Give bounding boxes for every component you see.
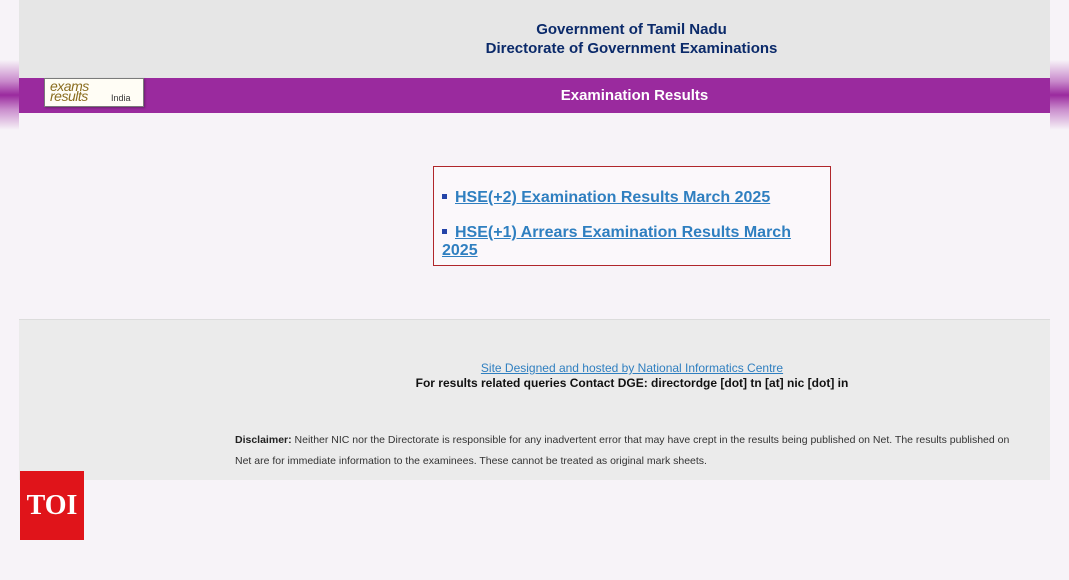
disclaimer-label: Disclaimer: [235,434,292,446]
bar-title: Examination Results [560,87,709,104]
main-content: HSE(+2) Examination Results March 2025 H… [19,113,1050,319]
result-link-hse-plus2[interactable]: HSE(+2) Examination Results March 2025 [442,189,770,207]
nic-site-link[interactable]: Site Designed and hosted by National Inf… [19,361,1050,375]
result-link-hse-plus1-arrears[interactable]: HSE(+1) Arrears Examination Results Marc… [442,224,830,260]
left-edge-decoration [0,60,20,130]
results-links-box: HSE(+2) Examination Results March 2025 H… [433,166,831,266]
results-page: Government of Tamil Nadu Directorate of … [19,0,1050,480]
header-title-government: Government of Tamil Nadu [536,21,727,38]
page-header: Government of Tamil Nadu Directorate of … [19,0,1050,78]
result-link-label: HSE(+1) Arrears Examination Results Marc… [442,224,791,259]
toi-watermark: TOI [20,471,84,540]
header-title-directorate: Directorate of Government Examinations [485,40,778,57]
page-footer: Site Designed and hosted by National Inf… [19,319,1050,480]
bullet-icon [442,194,447,200]
title-bar: exams results India Examination Results [19,78,1050,113]
result-link-label: HSE(+2) Examination Results March 2025 [455,189,771,206]
disclaimer: Disclaimer: Neither NIC nor the Director… [235,430,1025,472]
bullet-icon [442,229,447,235]
contact-info: For results related queries Contact DGE:… [415,376,849,390]
disclaimer-text: Neither NIC nor the Directorate is respo… [235,434,1010,467]
right-edge-decoration [1049,60,1069,130]
